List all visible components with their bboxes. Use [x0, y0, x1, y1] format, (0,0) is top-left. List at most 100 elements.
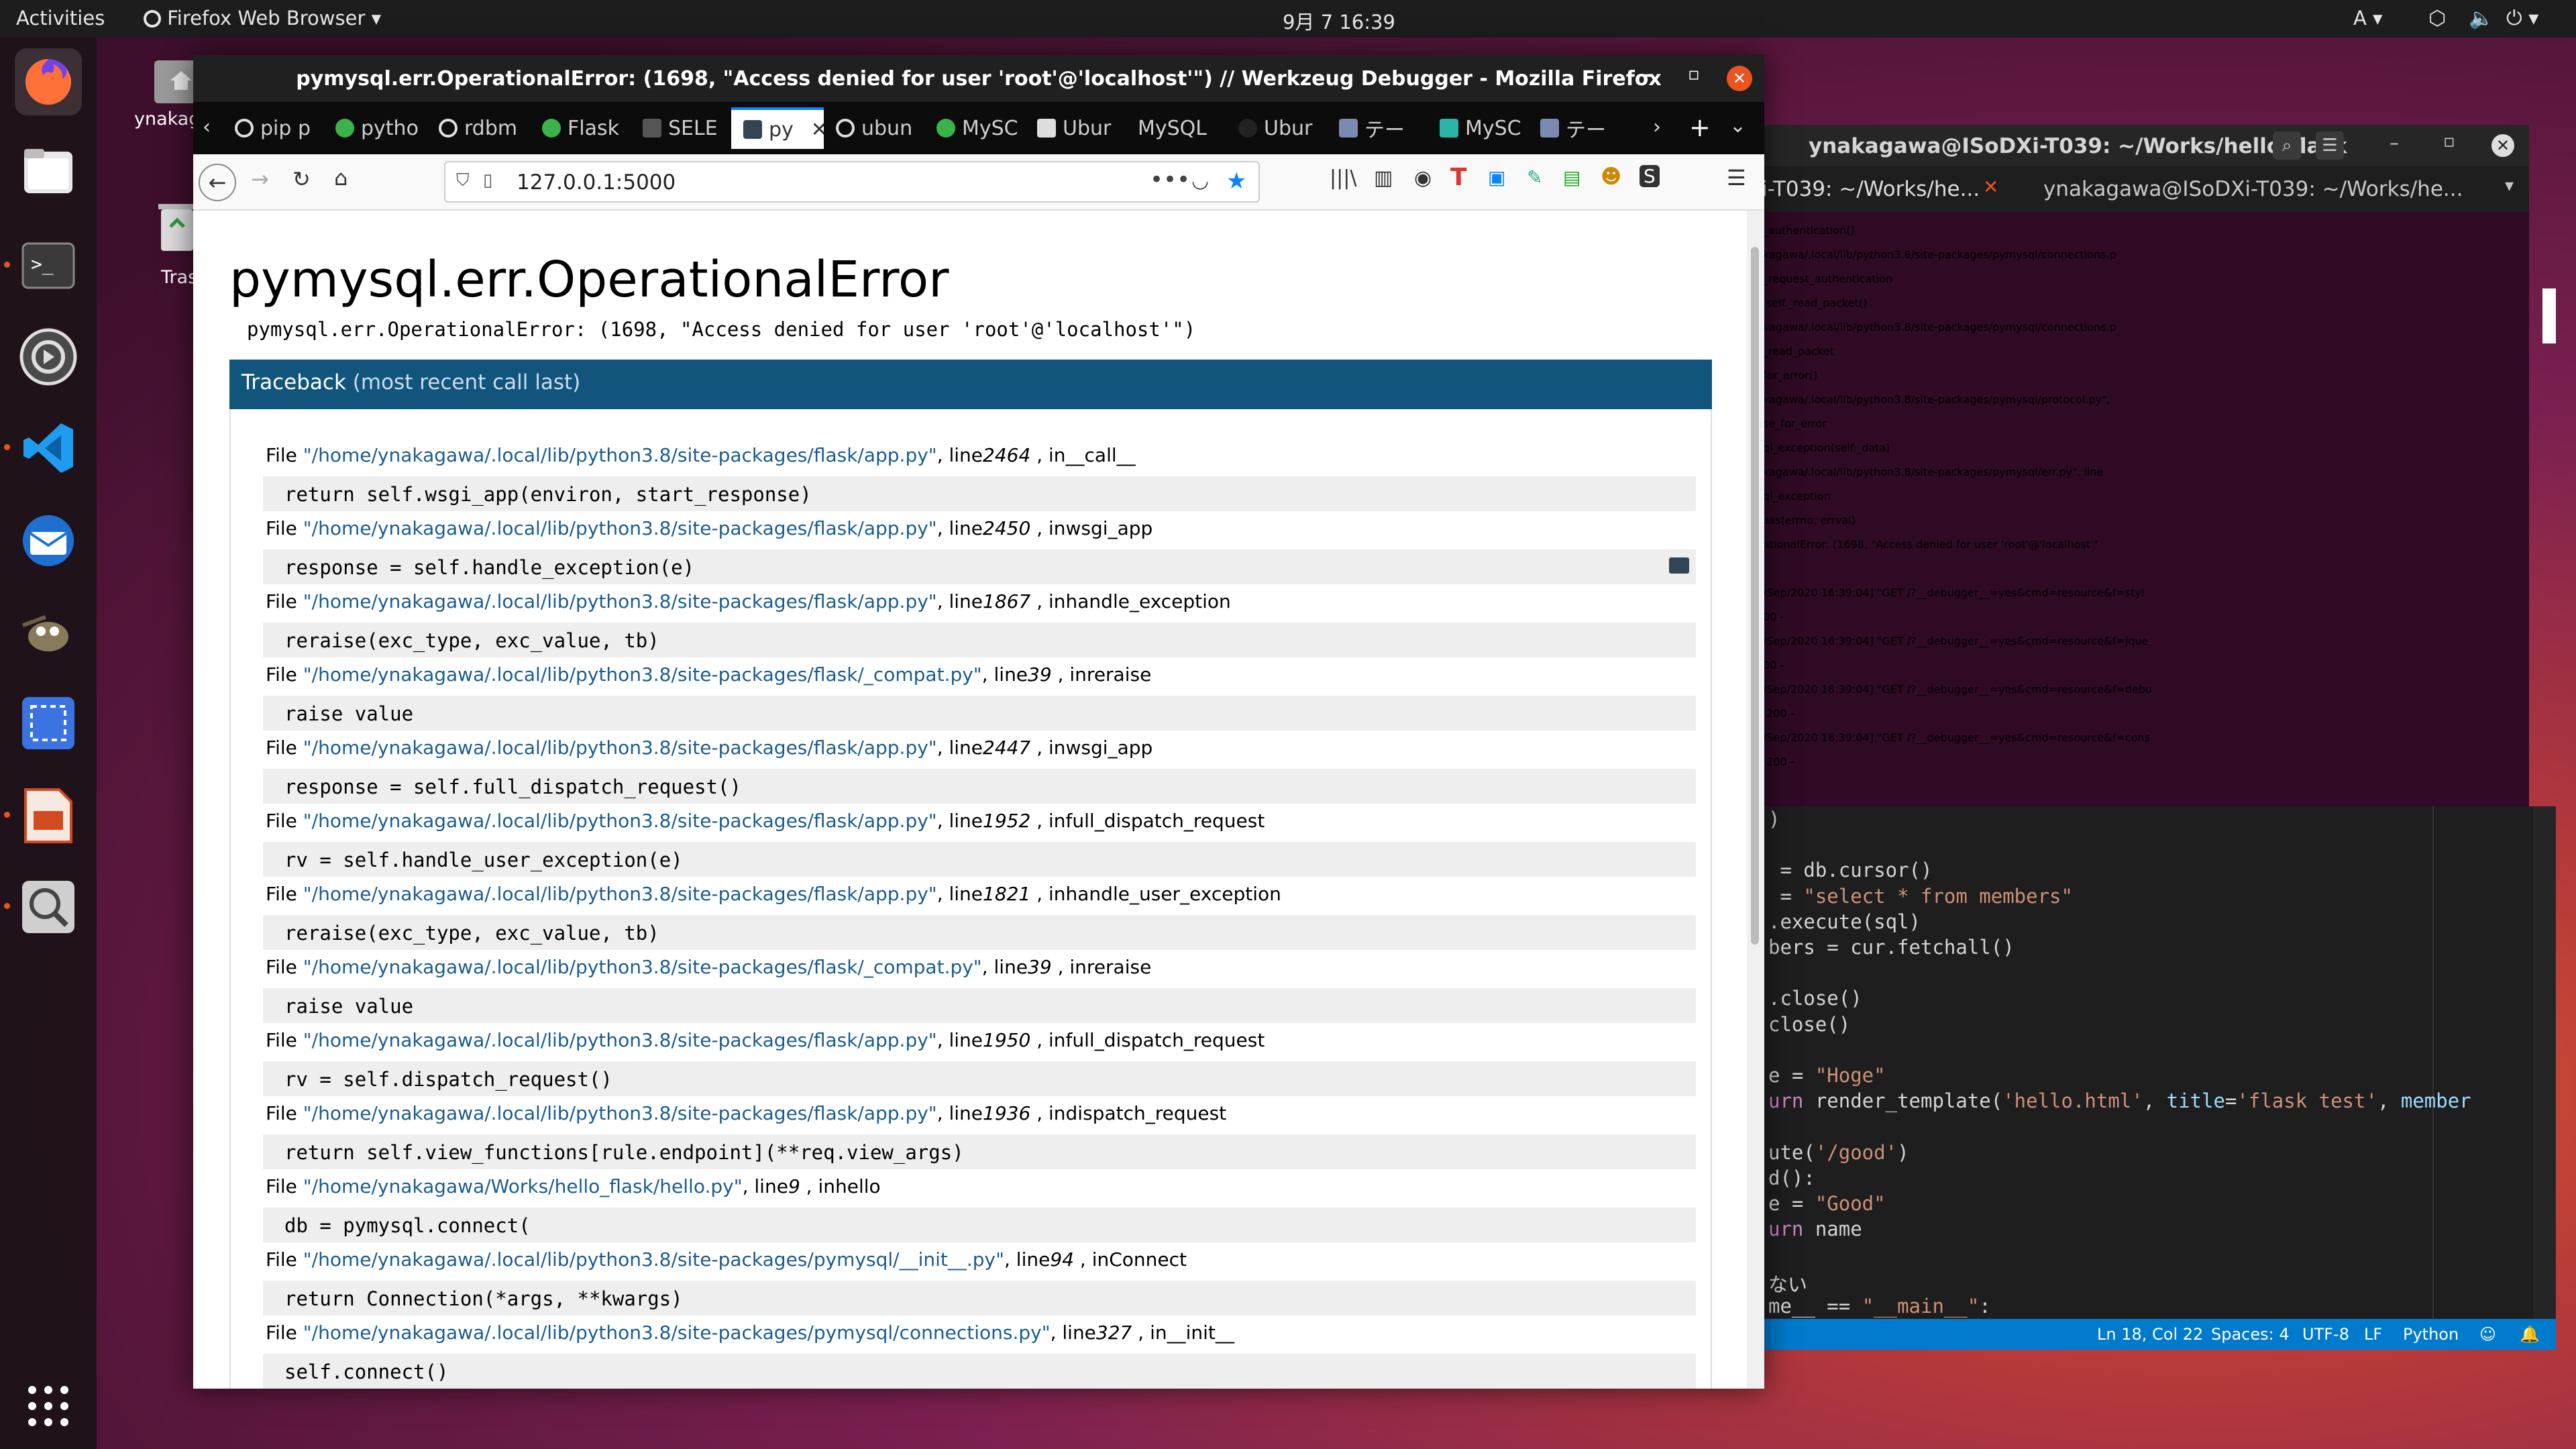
frame-path-link[interactable]: "/home/ynakagawa/.local/lib/python3.8/si… — [303, 517, 937, 539]
sheet-extension-icon[interactable]: ▤ — [1563, 166, 1580, 189]
s-extension-icon[interactable]: S — [1640, 165, 1660, 187]
frame-path-link[interactable]: "/home/ynakagawa/.local/lib/python3.8/si… — [303, 663, 982, 686]
tab-python[interactable]: pytho — [323, 107, 427, 149]
traceback-header[interactable]: Traceback (most recent call last) — [229, 360, 1712, 409]
tab-flask[interactable]: Flask — [530, 107, 631, 149]
power-icon[interactable]: ⏻ ▾ — [2506, 7, 2538, 30]
tab-te-2[interactable]: テー — [1528, 107, 1622, 149]
terminal-titlebar[interactable]: ynakagawa@ISoDXi-T039: ~/Works/hello_fla… — [1762, 125, 2529, 166]
minimize-icon[interactable]: – — [1644, 63, 1654, 87]
frame-path-link[interactable]: "/home/ynakagawa/.local/lib/python3.8/si… — [303, 1102, 937, 1124]
search-icon[interactable]: ⌕ — [2273, 131, 2301, 160]
terminal-tab-1[interactable]: i-T039: ~/Works/he... — [1762, 177, 2003, 201]
frame-path-link[interactable]: "/home/ynakagawa/.local/lib/python3.8/si… — [303, 737, 937, 759]
dock-search[interactable] — [4, 873, 82, 941]
console-icon[interactable] — [1669, 557, 1689, 574]
pocket-icon[interactable]: ◡ — [1191, 169, 1209, 193]
feedback-icon[interactable]: ☺ — [2479, 1325, 2496, 1344]
tab-close-icon[interactable]: ✕ — [1983, 176, 1998, 198]
eol-setting[interactable]: LF — [2364, 1325, 2382, 1344]
indent-setting[interactable]: Spaces: 4 — [2211, 1325, 2290, 1344]
new-tab-icon[interactable]: + — [1689, 113, 1711, 142]
page-scrollbar[interactable] — [1747, 211, 1764, 1389]
frame-path-link[interactable]: "/home/ynakagawa/.local/lib/python3.8/si… — [303, 810, 937, 832]
frame-path-link[interactable]: "/home/ynakagawa/.local/lib/python3.8/si… — [303, 444, 937, 466]
forward-icon[interactable]: → — [251, 166, 269, 192]
list-all-tabs-icon[interactable]: ⌄ — [1729, 114, 1746, 138]
page-info-icon[interactable]: ▯ — [483, 170, 492, 191]
terminal-tab-2[interactable]: ynakagawa@ISoDXi-T039: ~/Works/he... — [2043, 177, 2463, 201]
frame-source-line[interactable]: raise value — [263, 696, 1696, 731]
library-icon[interactable]: |||\ — [1330, 166, 1356, 190]
frame-source-line[interactable]: return self.wsgi_app(environ, start_resp… — [263, 476, 1696, 511]
terminal-scrollbar-thumb[interactable] — [2542, 288, 2556, 343]
maximize-icon[interactable]: ▫ — [2443, 131, 2455, 152]
monkey-extension-icon[interactable]: ☻ — [1601, 165, 1621, 189]
frame-source-line[interactable]: response = self.full_dispatch_request() — [263, 769, 1696, 804]
dock-vscode[interactable] — [4, 415, 82, 482]
tab-scroll-left-icon[interactable]: ‹ — [203, 115, 211, 139]
tab-mysql-1[interactable]: MySC — [924, 107, 1025, 149]
frame-source-line[interactable]: return Connection(*args, **kwargs) — [263, 1281, 1696, 1316]
frame-source-line[interactable]: raise value — [263, 988, 1696, 1023]
page-actions-icon[interactable]: ••• — [1150, 166, 1190, 193]
pencil-extension-icon[interactable]: ✎ — [1527, 166, 1542, 189]
tab-debugger-active[interactable]: py✕ — [731, 107, 824, 149]
dock-software[interactable] — [15, 323, 82, 390]
home-icon[interactable]: ⌂ — [334, 165, 347, 191]
language-mode[interactable]: Python — [2403, 1325, 2459, 1344]
frame-source-line[interactable]: rv = self.handle_user_exception(e) — [263, 842, 1696, 877]
volume-icon[interactable]: 🔈 — [2469, 7, 2493, 30]
frame-source-line[interactable]: reraise(exc_type, exc_value, tb) — [263, 915, 1696, 950]
frame-path-link[interactable]: "/home/ynakagawa/Works/hello_flask/hello… — [303, 1175, 743, 1197]
tab-te-1[interactable]: テー — [1327, 107, 1428, 149]
tab-rdbms[interactable]: rdbm — [427, 107, 530, 149]
input-method-indicator[interactable]: A ▾ — [2353, 7, 2383, 30]
dock-impress[interactable] — [4, 782, 82, 849]
frame-source-line[interactable]: response = self.handle_exception(e) — [263, 549, 1696, 584]
dock-firefox[interactable] — [15, 48, 82, 115]
firefox-titlebar[interactable]: pymysql.err.OperationalError: (1698, "Ac… — [193, 55, 1764, 102]
vscode-editor[interactable]: ) = db.cursor() = "select * from members… — [1762, 806, 2556, 1319]
frame-path-link[interactable]: "/home/ynakagawa/.local/lib/python3.8/si… — [303, 883, 937, 905]
account-icon[interactable]: ◉ — [1414, 166, 1432, 190]
frame-source-line[interactable]: self.connect() — [263, 1354, 1696, 1389]
frame-source-line[interactable]: return self.view_functions[rule.endpoint… — [263, 1134, 1696, 1169]
frame-path-link[interactable]: "/home/ynakagawa/.local/lib/python3.8/si… — [303, 956, 982, 978]
bell-icon[interactable]: 🔔 — [2520, 1325, 2540, 1344]
tab-select[interactable]: SELE — [631, 107, 731, 149]
hamburger-menu-icon[interactable]: ☰ — [1727, 165, 1746, 191]
shield-icon[interactable]: ⛉ — [456, 170, 470, 191]
tab-scroll-right-icon[interactable]: › — [1653, 115, 1661, 139]
tab-mysql-2[interactable]: MySQL — [1126, 107, 1226, 149]
dock-screenshot[interactable] — [15, 690, 82, 757]
maximize-icon[interactable]: ▫ — [1688, 64, 1700, 85]
sidebar-icon[interactable]: ▥ — [1374, 166, 1393, 190]
url-bar[interactable]: ⛉ ▯ 127.0.0.1:5000 ••• ◡ ★ — [444, 161, 1260, 203]
show-applications-button[interactable] — [15, 1373, 82, 1440]
dock-terminal[interactable]: >_ — [4, 232, 82, 299]
reload-icon[interactable]: ↻ — [292, 166, 311, 192]
desktop-trash[interactable] — [156, 200, 199, 258]
frame-path-link[interactable]: "/home/ynakagawa/.local/lib/python3.8/si… — [303, 1322, 1051, 1344]
activities-button[interactable]: Activities — [16, 7, 105, 30]
dock-gimp[interactable] — [15, 598, 82, 665]
close-icon[interactable]: ✕ — [1727, 66, 1752, 91]
bookmark-star-icon[interactable]: ★ — [1226, 168, 1246, 195]
frame-source-line[interactable]: db = pymysql.connect( — [263, 1208, 1696, 1242]
chevron-down-icon[interactable]: ▾ — [2505, 176, 2514, 196]
frame-source-line[interactable]: rv = self.dispatch_request() — [263, 1061, 1696, 1096]
tab-ubuntu-2[interactable]: Ubur — [1025, 107, 1126, 149]
tab-mysql-3[interactable]: MySC — [1428, 107, 1528, 149]
translate-extension-icon[interactable]: T — [1450, 164, 1467, 191]
dock-files[interactable] — [15, 138, 82, 205]
frame-source-line[interactable]: reraise(exc_type, exc_value, tb) — [263, 623, 1696, 657]
editor-scrollbar[interactable] — [2533, 806, 2556, 1319]
tab-pip[interactable]: pip p — [223, 107, 323, 149]
terminal-output[interactable]: _authentication() kagawa/.local/lib/pytho… — [1763, 224, 2528, 780]
clock[interactable]: 9月 7 16:39 — [1283, 7, 1395, 35]
cursor-position[interactable]: Ln 18, Col 22 — [2097, 1325, 2203, 1344]
tab-ubuntu-3[interactable]: Ubur — [1226, 107, 1327, 149]
encoding-setting[interactable]: UTF-8 — [2302, 1325, 2349, 1344]
minimize-icon[interactable]: – — [2390, 131, 2399, 154]
